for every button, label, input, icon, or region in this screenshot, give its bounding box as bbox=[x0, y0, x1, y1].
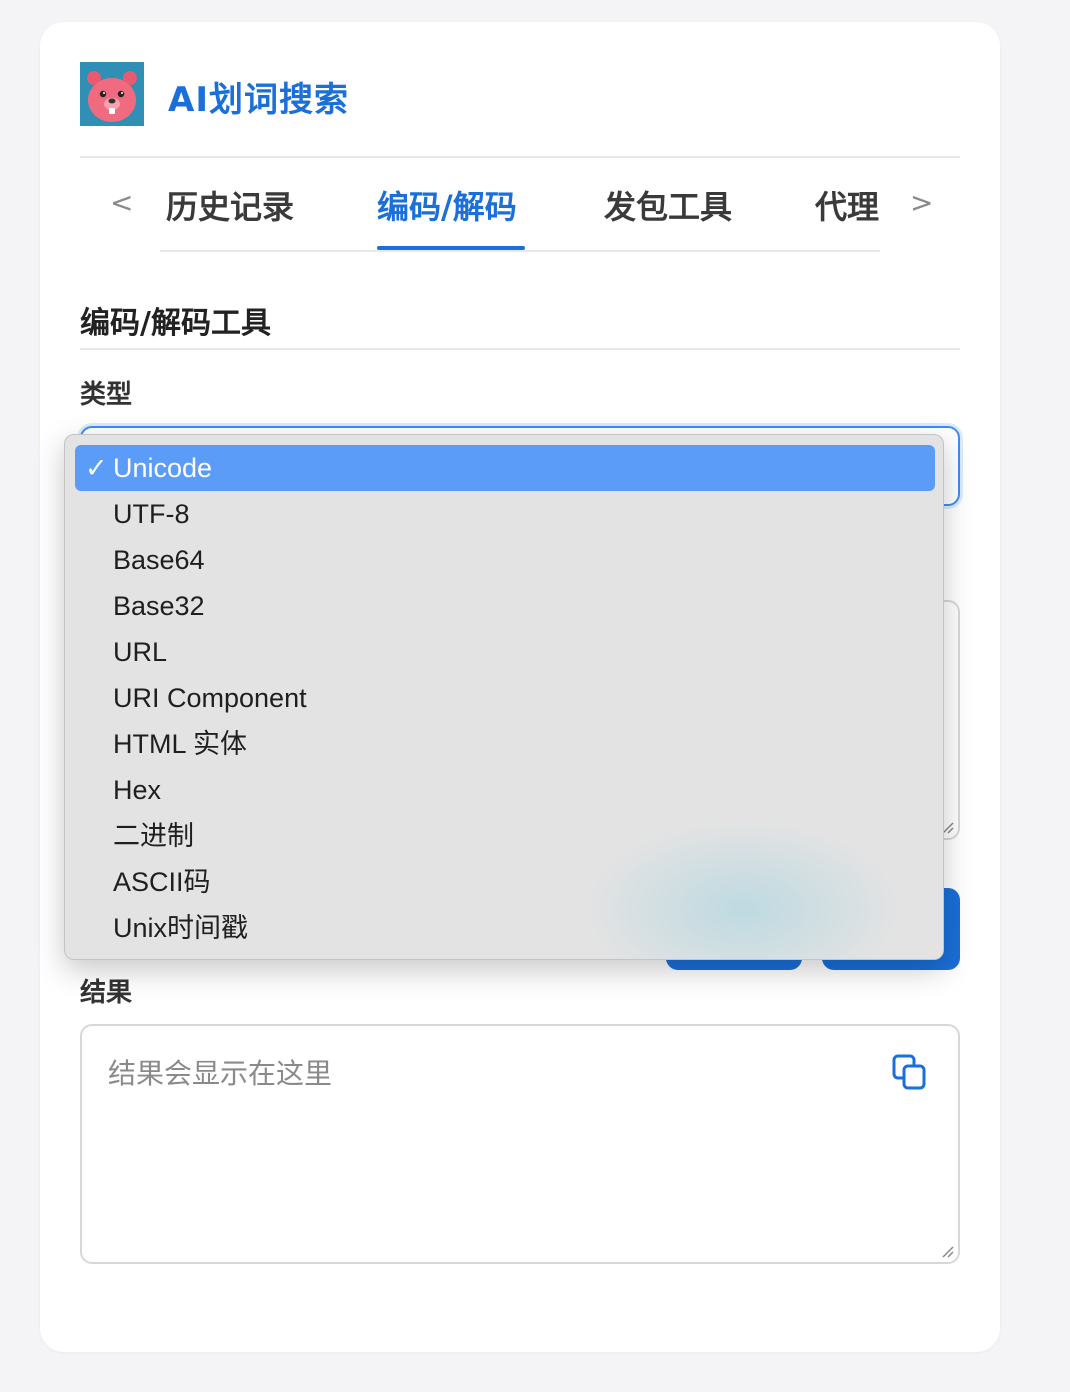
dropdown-option-url[interactable]: URL bbox=[75, 629, 935, 675]
tab-history[interactable]: 历史记录 bbox=[166, 182, 294, 228]
checkmark-icon: ✓ bbox=[85, 453, 108, 483]
dropdown-option-base64[interactable]: Base64 bbox=[75, 537, 935, 583]
result-placeholder: 结果会显示在这里 bbox=[108, 1057, 333, 1090]
type-label: 类型 bbox=[80, 380, 133, 410]
app-header: AI划词搜索 bbox=[80, 62, 960, 158]
copy-icon[interactable] bbox=[892, 1054, 928, 1092]
beaver-avatar-logo bbox=[80, 62, 144, 126]
type-dropdown-menu: ✓ Unicode UTF-8 Base64 Base32 URL URI Co… bbox=[64, 434, 944, 960]
tab-strip: 历史记录 编码/解码 发包工具 代理 bbox=[160, 158, 880, 252]
dropdown-option-html-entity[interactable]: HTML 实体 bbox=[75, 721, 935, 767]
active-tab-indicator bbox=[377, 246, 525, 250]
dropdown-option-hex[interactable]: Hex bbox=[75, 767, 935, 813]
tab-packet-tool[interactable]: 发包工具 bbox=[604, 182, 732, 228]
dropdown-option-utf8[interactable]: UTF-8 bbox=[75, 491, 935, 537]
result-textarea[interactable]: 结果会显示在这里 bbox=[80, 1024, 960, 1264]
resize-grip-icon[interactable] bbox=[940, 1244, 954, 1258]
section-title: 编码/解码工具 bbox=[80, 306, 271, 341]
result-label: 结果 bbox=[80, 978, 133, 1008]
section-divider bbox=[80, 348, 960, 350]
dropdown-option-uri-component[interactable]: URI Component bbox=[75, 675, 935, 721]
tab-prev-button[interactable]: < bbox=[110, 186, 133, 219]
tab-encode-decode[interactable]: 编码/解码 bbox=[377, 182, 517, 228]
tab-bar: < 历史记录 编码/解码 发包工具 代理 > bbox=[80, 158, 960, 254]
app-title: AI划词搜索 bbox=[168, 80, 349, 120]
dropdown-option-unicode[interactable]: ✓ Unicode bbox=[75, 445, 935, 491]
dropdown-option-binary[interactable]: 二进制 bbox=[75, 813, 935, 859]
tab-proxy[interactable]: 代理 bbox=[815, 182, 879, 228]
tab-next-button[interactable]: > bbox=[910, 186, 933, 219]
dropdown-option-base32[interactable]: Base32 bbox=[75, 583, 935, 629]
dropdown-option-ascii[interactable]: ASCII码 bbox=[75, 859, 935, 905]
dropdown-option-unix-timestamp[interactable]: Unix时间戳 bbox=[75, 905, 935, 951]
